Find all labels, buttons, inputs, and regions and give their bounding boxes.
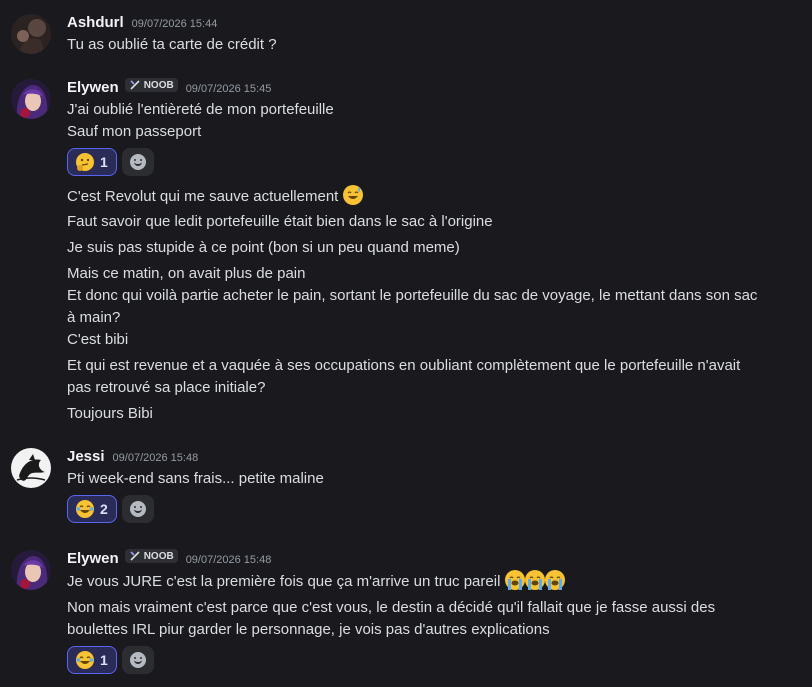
avatar[interactable] bbox=[11, 79, 51, 119]
author-name[interactable]: Elywen bbox=[67, 79, 119, 96]
timestamp: 09/07/2026 15:44 bbox=[131, 18, 218, 30]
reaction-bar: 1 bbox=[67, 148, 154, 176]
tears-of-joy-icon bbox=[76, 500, 94, 518]
smiley-add-reaction-icon bbox=[129, 501, 146, 517]
message-text: à main? bbox=[67, 309, 121, 326]
author-name[interactable]: Ashdurl bbox=[67, 14, 124, 31]
message-text: Sauf mon passeport bbox=[67, 123, 202, 140]
message-text: C'est bibi bbox=[67, 331, 129, 348]
reaction-bar: 2 bbox=[67, 495, 154, 523]
message-text: Et qui est revenue et a vaquée à ses occ… bbox=[67, 357, 741, 374]
author-name[interactable]: Jessi bbox=[67, 448, 105, 465]
avatar-image bbox=[11, 550, 51, 590]
smiley-add-reaction-icon bbox=[129, 154, 146, 170]
role-badge[interactable]: NOOB bbox=[124, 78, 178, 92]
message-text: J'ai oublié l'entièreté de mon portefeui… bbox=[67, 101, 334, 118]
message-text: pas retrouvé sa place initiale? bbox=[67, 379, 266, 396]
message-text-content: Je vous JURE c'est la première fois que … bbox=[67, 573, 501, 590]
avatar-image bbox=[11, 14, 51, 54]
timestamp: 09/07/2026 15:48 bbox=[185, 554, 272, 566]
message-text: Pti week-end sans frais... petite maline bbox=[67, 470, 324, 487]
avatar-image bbox=[11, 79, 51, 119]
timestamp: 09/07/2026 15:48 bbox=[112, 452, 199, 464]
loudly-crying-emoji bbox=[544, 570, 565, 590]
reaction-tears-of-joy[interactable]: 1 bbox=[67, 646, 117, 674]
smiley-add-reaction-icon bbox=[129, 652, 146, 668]
message-text: boulettes IRL piur garder le personnage,… bbox=[67, 621, 550, 638]
message-text: C'est Revolut qui me sauve actuellement bbox=[67, 185, 787, 208]
avatar[interactable] bbox=[11, 448, 51, 488]
crossed-swords-icon bbox=[130, 551, 140, 561]
message-text: Je vous JURE c'est la première fois que … bbox=[67, 570, 787, 593]
timestamp: 09/07/2026 15:45 bbox=[185, 83, 272, 95]
avatar[interactable] bbox=[11, 550, 51, 590]
loudly-crying-emoji bbox=[524, 570, 545, 590]
thinking-face-icon bbox=[76, 153, 94, 171]
add-reaction-button[interactable] bbox=[121, 495, 154, 523]
badge-label: NOOB bbox=[143, 79, 174, 91]
role-badge[interactable]: NOOB bbox=[124, 549, 178, 563]
reaction-count: 1 bbox=[100, 652, 108, 668]
message-text: Mais ce matin, on avait plus de pain bbox=[67, 265, 306, 282]
avatar[interactable] bbox=[11, 14, 51, 54]
message-text-content: C'est Revolut qui me sauve actuellement bbox=[67, 188, 339, 205]
add-reaction-button[interactable] bbox=[121, 148, 154, 176]
reaction-count: 1 bbox=[100, 154, 108, 170]
reaction-count: 2 bbox=[100, 501, 108, 517]
tears-of-joy-icon bbox=[76, 651, 94, 669]
crossed-swords-icon bbox=[130, 80, 140, 90]
message-text: Tu as oublié ta carte de crédit ? bbox=[67, 36, 277, 53]
message-text: Et donc qui voilà partie acheter le pain… bbox=[67, 287, 758, 304]
reaction-tears-of-joy[interactable]: 2 bbox=[67, 495, 117, 523]
add-reaction-button[interactable] bbox=[121, 646, 154, 674]
reaction-thinking[interactable]: 1 bbox=[67, 148, 117, 176]
badge-label: NOOB bbox=[143, 550, 174, 562]
reaction-bar: 1 bbox=[67, 646, 154, 674]
emoji-group bbox=[504, 570, 565, 590]
message-text: Je suis pas stupide à ce point (bon si u… bbox=[67, 239, 460, 256]
author-name[interactable]: Elywen bbox=[67, 550, 119, 567]
message-text: Toujours Bibi bbox=[67, 405, 153, 422]
message-text: Non mais vraiment c'est parce que c'est … bbox=[67, 599, 716, 616]
loudly-crying-emoji bbox=[504, 570, 525, 590]
message-text: Faut savoir que ledit portefeuille était… bbox=[67, 213, 493, 230]
avatar-image bbox=[11, 448, 51, 488]
grinning-sweat-emoji bbox=[342, 185, 363, 205]
